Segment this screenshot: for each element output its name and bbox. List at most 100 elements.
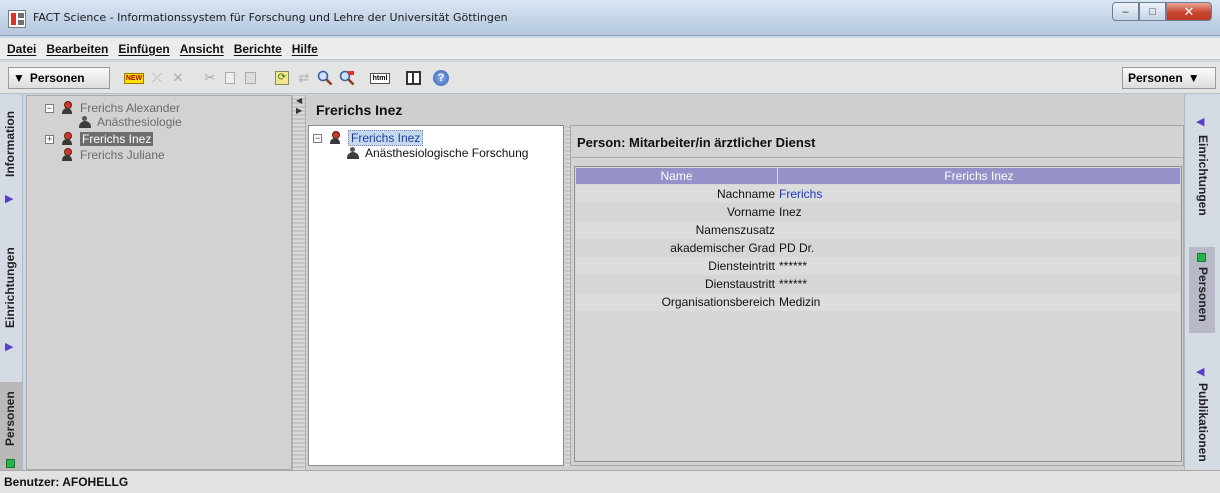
person-icon	[61, 132, 73, 146]
column-header-name[interactable]: Name	[576, 168, 778, 184]
tab-right-einrichtungen-label: Einrichtungen	[1196, 135, 1210, 216]
row-value: PD Dr.	[779, 241, 815, 255]
toolbar: ▼ Personen NEW ⤫ ✕ ✂ ⟳ ⇄ html ? Personen…	[0, 62, 1220, 94]
menu-bearbeiten[interactable]: Bearbeiten	[41, 42, 113, 56]
collapse-icon[interactable]: −	[45, 103, 54, 113]
relation-child-label: Anästhesiologische Forschung	[365, 146, 529, 160]
row-name: Organisationsbereich	[661, 295, 775, 309]
row-name: Nachname	[716, 187, 775, 201]
row-value: Inez	[779, 205, 802, 219]
person-icon	[61, 101, 73, 115]
menu-ansicht[interactable]: Ansicht	[175, 42, 229, 56]
person-icon	[329, 131, 341, 145]
collapse-triangle-icon: ◀	[1196, 366, 1205, 378]
collapse-left-icon[interactable]: ◀	[296, 96, 302, 105]
active-indicator-icon	[6, 459, 15, 468]
html-icon[interactable]: html	[369, 70, 391, 86]
refresh-icon[interactable]: ⟳	[274, 70, 290, 86]
window-title: FACT Science - Informationssystem für Fo…	[33, 11, 508, 24]
row-name: Diensteintritt	[708, 259, 775, 273]
tree-node-anaesthesiologie[interactable]: Anästhesiologie	[79, 115, 182, 129]
entity-type-dropdown-label: Personen	[29, 71, 85, 85]
maximize-button[interactable]: □	[1139, 2, 1166, 21]
tab-information-label: Information	[3, 111, 17, 177]
relation-root-node[interactable]: − Frerichs Inez	[313, 130, 424, 146]
tree-node-frerichs-juliane[interactable]: Frerichs Juliane	[61, 148, 165, 162]
menu-einfuegen[interactable]: Einfügen	[113, 42, 174, 56]
table-body: Nachname Frerichs Vorname Inez Namenszusat…	[575, 185, 1181, 461]
tab-personen[interactable]: Personen	[0, 382, 23, 470]
menu-hilfe[interactable]: Hilfe	[287, 42, 323, 56]
expand-icon[interactable]: +	[45, 134, 54, 144]
menu-berichte[interactable]: Berichte	[229, 42, 287, 56]
tree-node-label: Anästhesiologie	[97, 115, 182, 129]
delete-icon[interactable]: ✕	[170, 70, 186, 86]
table-header: Name Frerichs Inez	[576, 168, 1180, 184]
tab-right-personen[interactable]: Personen	[1189, 247, 1215, 333]
page-title: Frerichs Inez	[316, 102, 403, 118]
expand-triangle-icon: ▶	[5, 341, 14, 353]
table-row[interactable]: Dienstaustritt ******	[576, 275, 1180, 293]
panel-splitter[interactable]: ◀ ▶	[292, 95, 306, 470]
expand-right-icon[interactable]: ▶	[296, 106, 302, 115]
relation-root-label: Frerichs Inez	[348, 130, 424, 146]
row-value: ******	[779, 259, 808, 273]
row-name: Vorname	[726, 205, 775, 219]
main-panel: Frerichs Inez − Frerichs Inez Anästhesio…	[306, 95, 1184, 470]
table-row[interactable]: Organisationsbereich Medizin	[576, 293, 1180, 311]
table-row[interactable]: akademischer Grad PD Dr.	[576, 239, 1180, 257]
row-value: Medizin	[779, 295, 821, 309]
close-button[interactable]: ✕	[1166, 2, 1212, 21]
active-indicator-icon	[1197, 253, 1206, 262]
tree-node-frerichs-alexander[interactable]: − Frerichs Alexander	[45, 101, 180, 115]
tab-information[interactable]: Information ▶	[0, 95, 23, 225]
target-entity-dropdown[interactable]: Personen ▼	[1122, 67, 1216, 89]
menu-bar: Datei Bearbeiten Einfügen Ansicht Berich…	[0, 38, 1220, 60]
tab-right-personen-label: Personen	[1196, 267, 1210, 322]
detail-title: Person: Mitarbeiter/in ärztlicher Dienst	[577, 135, 816, 150]
html-label: html	[369, 72, 391, 84]
copy-icon[interactable]	[222, 70, 238, 86]
tab-einrichtungen-label: Einrichtungen	[3, 247, 17, 328]
tab-right-einrichtungen[interactable]: ◀ Einrichtungen	[1189, 109, 1215, 229]
cut-icon[interactable]: ✂	[202, 70, 218, 86]
search-replace-icon[interactable]	[338, 70, 356, 86]
tree-node-label: Frerichs Alexander	[80, 101, 181, 115]
tree-node-frerichs-inez[interactable]: + Frerichs Inez	[45, 132, 154, 146]
table-row[interactable]: Diensteintritt ******	[576, 257, 1180, 275]
relation-child-node[interactable]: Anästhesiologische Forschung	[347, 146, 528, 160]
tree-node-label: Frerichs Juliane	[80, 148, 165, 162]
row-name: Dienstaustritt	[704, 277, 775, 291]
entity-type-dropdown[interactable]: ▼ Personen	[8, 67, 110, 89]
relation-tree: − Frerichs Inez Anästhesiologische Forsc…	[308, 125, 564, 466]
person-tree: − Frerichs Alexander Anästhesiologie + F…	[26, 95, 292, 470]
layout-icon[interactable]	[404, 70, 422, 86]
dropdown-arrow-icon: ▼	[13, 71, 25, 85]
column-header-value[interactable]: Frerichs Inez	[778, 168, 1180, 184]
minimize-button[interactable]: –	[1112, 2, 1139, 21]
row-name: akademischer Grad	[670, 241, 775, 255]
left-tab-bar: Information ▶ Einrichtungen ▶ Personen	[0, 95, 23, 470]
table-row[interactable]: Vorname Inez	[576, 203, 1180, 221]
transfer-icon[interactable]: ⇄	[296, 70, 312, 86]
right-tab-bar: ◀ Einrichtungen Personen ◀ Publikationen	[1184, 95, 1220, 470]
status-user-text: Benutzer: AFOHELLG	[4, 475, 129, 489]
table-row[interactable]: Namenszusatz	[576, 221, 1180, 239]
help-icon[interactable]: ?	[432, 70, 450, 86]
tab-right-publikationen[interactable]: ◀ Publikationen	[1189, 359, 1215, 469]
tab-right-publikationen-label: Publikationen	[1196, 383, 1210, 462]
department-icon	[347, 147, 359, 159]
status-bar: Benutzer: AFOHELLG	[0, 470, 1220, 493]
paste-icon[interactable]	[242, 70, 258, 86]
collapse-icon[interactable]: −	[313, 133, 322, 143]
link-icon[interactable]: ⤫	[148, 70, 166, 86]
new-icon[interactable]: NEW	[123, 70, 145, 86]
attribute-table: Name Frerichs Inez Nachname Frerichs Vorn…	[574, 166, 1182, 462]
search-icon[interactable]	[316, 70, 334, 86]
row-value-link[interactable]: Frerichs	[778, 187, 822, 201]
tab-einrichtungen[interactable]: Einrichtungen ▶	[0, 225, 23, 355]
menu-datei[interactable]: Datei	[2, 42, 41, 56]
expand-triangle-icon: ▶	[5, 193, 14, 205]
table-row[interactable]: Nachname Frerichs	[576, 185, 1180, 203]
person-icon	[61, 148, 73, 162]
